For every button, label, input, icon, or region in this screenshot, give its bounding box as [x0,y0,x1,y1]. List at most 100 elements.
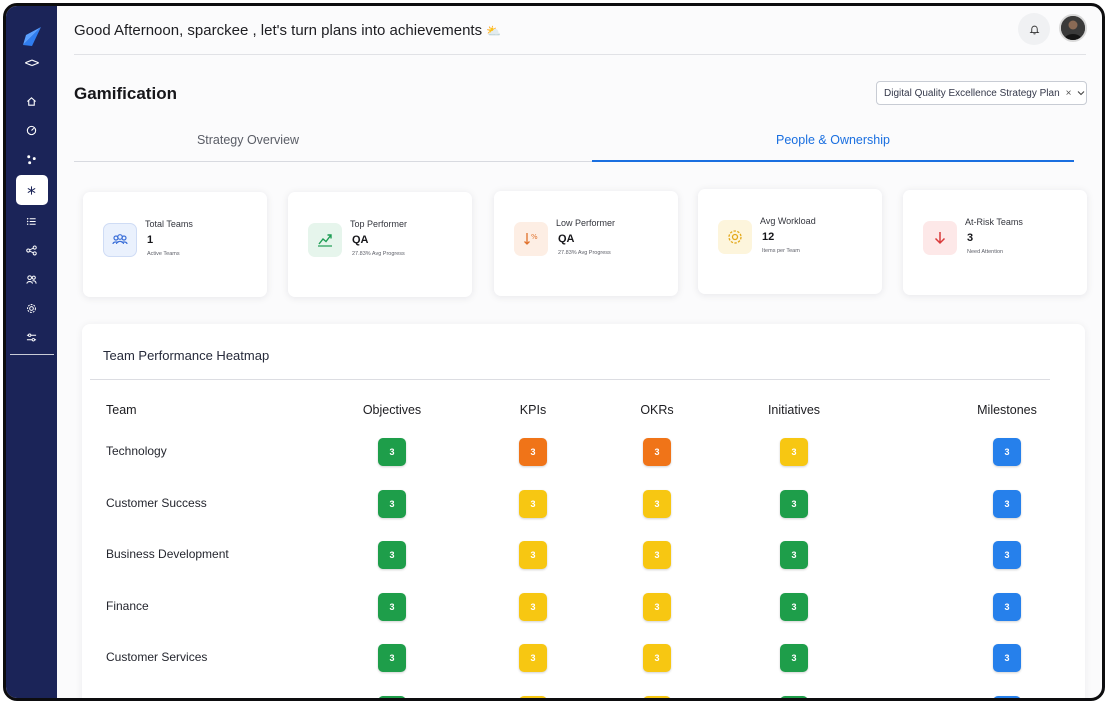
heatmap-cell[interactable]: 3 [378,541,406,569]
column-header-initiatives: Initiatives [767,403,821,417]
heatmap-cell[interactable]: 3 [780,438,808,466]
svg-text:%: % [531,233,538,241]
card-icon-box: % [514,222,548,256]
card-icon-box [923,221,957,255]
heatmap-cell[interactable]: 3 [993,644,1021,672]
card-icon-box [718,220,752,254]
heatmap-cell[interactable]: 3 [780,541,808,569]
card-subtext: Items per Team [762,248,800,254]
card-icon-box [103,223,137,257]
row-team-label: Customer Success [106,496,207,510]
logo-icon[interactable] [20,24,44,48]
card-label: Low Performer [556,218,616,228]
sidebar-nav [15,87,48,352]
heatmap-cell[interactable]: 3 [378,438,406,466]
sidebar-item-list[interactable] [17,207,47,235]
nodes-icon [27,154,36,164]
card-value: 1 [147,234,154,246]
header-divider [74,54,1086,55]
home-icon [27,96,36,106]
sidebar-item-home[interactable] [17,87,47,115]
card-value: QA [352,234,369,246]
heatmap-cell[interactable]: 3 [780,593,808,621]
card-top-performer: Top Performer QA 27.83% Avg Progress [288,192,472,297]
heatmap-cell[interactable]: 3 [519,541,547,569]
heatmap-cell[interactable]: 3 [378,644,406,672]
user-avatar[interactable] [1059,14,1087,42]
sidebar-item-filters[interactable] [17,323,47,351]
column-header-okrs: OKRs [640,403,674,417]
heatmap-cell[interactable]: 3 [643,644,671,672]
sidebar-item-nodes[interactable] [17,145,47,173]
row-team-label: Customer Services [106,650,208,664]
card-at-risk-teams: At-Risk Teams 3 Need Attention [903,190,1087,295]
plan-select[interactable]: Digital Quality Excellence Strategy Plan… [876,81,1087,105]
card-label: Avg Workload [760,216,816,226]
heatmap-cell[interactable]: 3 [643,438,671,466]
heatmap-cell[interactable] [378,696,406,698]
tabs: Strategy Overview People & Ownership [74,126,1074,162]
heatmap-cell[interactable]: 3 [519,438,547,466]
app-frame: <> Good Afternoon, sparckee , let's turn… [3,3,1105,701]
heatmap-cell[interactable]: 3 [643,593,671,621]
active-tab-indicator [592,160,1074,162]
heatmap-title: Team Performance Heatmap [103,348,270,363]
gauge-icon [728,230,742,244]
sidebar: <> [6,6,57,698]
asterisk-icon [27,185,36,195]
share-icon [26,245,37,255]
trend-up-icon [318,234,332,247]
heatmap-cell[interactable]: 3 [519,593,547,621]
chevron-down-icon[interactable] [1077,89,1085,97]
notifications-button[interactable] [1018,13,1050,45]
column-header-kpis: KPIs [519,403,547,417]
card-icon-box [308,223,342,257]
page-title: Gamification [74,84,177,103]
sidebar-item-gamification[interactable] [15,175,48,205]
heatmap-cell[interactable] [519,696,547,698]
team-icon [112,234,128,245]
heatmap-cell[interactable]: 3 [643,541,671,569]
heatmap-cell[interactable]: 3 [519,644,547,672]
clear-icon[interactable]: × [1066,88,1072,99]
card-label: At-Risk Teams [965,217,1023,227]
sidebar-item-share[interactable] [17,236,47,264]
card-label: Total Teams [145,219,193,229]
heatmap-cell[interactable]: 3 [378,593,406,621]
team-performance-heatmap: Team Performance Heatmap Team Objectives K… [82,324,1085,698]
trend-down-icon: % [524,233,538,245]
card-value: 3 [967,232,974,244]
heatmap-cell[interactable]: 3 [780,644,808,672]
heatmap-cell[interactable]: 3 [378,490,406,518]
row-team-label: Finance [106,599,149,613]
dashboard-icon [26,125,37,135]
heatmap-cell[interactable]: 3 [993,490,1021,518]
card-value: 12 [762,231,775,243]
heatmap-cell[interactable] [780,696,808,698]
heatmap-cell[interactable]: 3 [993,593,1021,621]
weather-icon: ⛅ [486,24,502,38]
sidebar-item-settings[interactable] [17,294,47,322]
heatmap-cell[interactable] [993,696,1021,698]
code-toggle-icon[interactable]: <> [25,56,40,71]
bell-icon [1029,25,1039,34]
sidebar-item-dashboard[interactable] [17,116,47,144]
sidebar-item-users[interactable] [17,265,47,293]
avatar-image [1061,16,1085,40]
heatmap-cell[interactable]: 3 [519,490,547,518]
plan-select-value: Digital Quality Excellence Strategy Plan [884,87,1060,99]
card-subtext: 27.83% Avg Progress [558,250,611,256]
row-team-label: Business Development [106,547,229,561]
heatmap-cell[interactable]: 3 [993,438,1021,466]
heatmap-cell[interactable]: 3 [993,541,1021,569]
tab-people-ownership[interactable]: People & Ownership [592,133,1074,147]
card-subtext: 27.83% Avg Progress [352,251,405,257]
heatmap-cell[interactable]: 3 [780,490,808,518]
list-icon [26,217,36,225]
heatmap-cell[interactable]: 3 [643,490,671,518]
heatmap-divider [90,379,1050,380]
column-header-milestones: Milestones [977,403,1037,417]
tab-strategy-overview[interactable]: Strategy Overview [74,133,422,147]
heatmap-cell[interactable] [643,696,671,698]
row-team-label: Technology [106,444,167,458]
